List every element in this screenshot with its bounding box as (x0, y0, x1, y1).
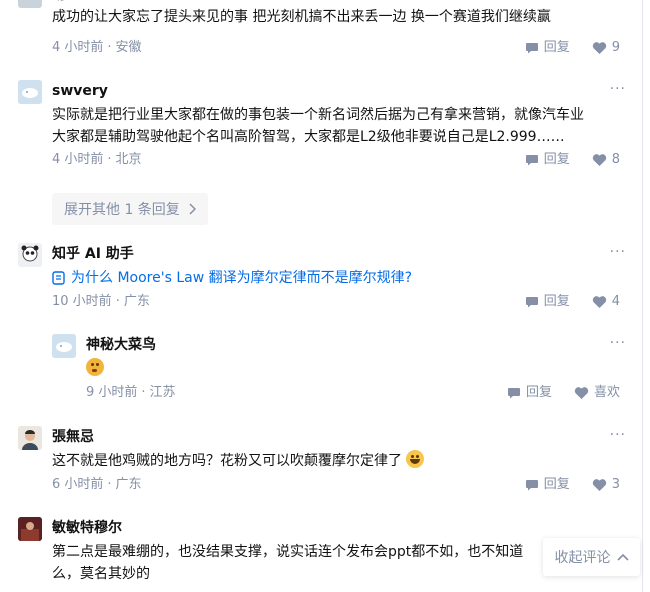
comment-item: 張無忌 ··· 这不就是他鸡贼的地方吗？花粉又可以吹颠覆摩尔定律了 6 小时前 ·… (0, 426, 640, 498)
comment-text-line: 么，莫名其妙的 (52, 566, 150, 582)
reply-item: 神秘大菜鸟 ··· 9 小时前 · 江苏 回复 喜欢 (0, 334, 640, 406)
avatar[interactable] (18, 243, 42, 267)
meta-separator: · (141, 385, 146, 400)
more-icon[interactable]: ··· (610, 336, 626, 350)
panel-border (642, 0, 643, 592)
comment-actions: 回复 3 (525, 475, 620, 495)
collapse-comments-button[interactable]: 收起评论 (543, 538, 640, 576)
comment-meta: 4 小时前 · 安徽 (52, 38, 142, 58)
comment-meta: 6 小时前 · 广东 (52, 475, 142, 495)
meta-separator: · (107, 40, 112, 55)
question-link[interactable]: 为什么 Moore's Law 翻译为摩尔定律而不是摩尔规律? (52, 267, 622, 289)
reply-button[interactable]: 回复 (525, 292, 570, 312)
meta-separator: · (107, 477, 112, 492)
comment-location: 广东 (115, 477, 142, 492)
like-button[interactable]: 喜欢 (574, 383, 620, 403)
reply-label: 回复 (525, 385, 552, 400)
comment-time: 9 小时前 (86, 385, 138, 400)
comment-author[interactable]: 神秘大菜鸟 (86, 334, 156, 356)
reply-icon (525, 480, 538, 491)
reply-icon (525, 155, 538, 166)
comment-location: 北京 (115, 152, 142, 167)
like-count: 9 (611, 40, 620, 55)
comment-text-line: 大家都是辅助驾驶他起个名叫高阶智驾，大家都是L2级他非要说自己是L2.999…… (52, 129, 565, 145)
chevron-right-icon (189, 203, 196, 215)
expand-label: 展开其他 1 条回复 (64, 202, 180, 218)
comment-location: 江苏 (149, 385, 176, 400)
avatar[interactable] (18, 426, 42, 450)
comment-time: 6 小时前 (52, 477, 104, 492)
like-count: 8 (611, 152, 620, 167)
comment-time: 4 小时前 (52, 40, 104, 55)
avatar[interactable] (18, 517, 42, 541)
like-count: 3 (611, 477, 620, 492)
heart-icon (592, 154, 606, 166)
document-icon (52, 271, 65, 285)
comment-emoji (86, 358, 650, 380)
more-icon[interactable]: ··· (610, 245, 626, 259)
comment-author[interactable]: swvery (52, 80, 108, 102)
like-button[interactable]: 3 (592, 475, 620, 495)
comment-text-line: 实际就是把行业里大家都在做的事包装一个新名词然后据为己有拿来营销，就像汽车业 (52, 107, 584, 123)
reply-icon (525, 297, 538, 308)
reply-icon (507, 388, 520, 399)
emoji-icon (86, 358, 104, 376)
reply-label: 回复 (543, 294, 570, 309)
comment-text: 成功的让大家忘了提头来见的事 把光刻机搞不出来丢一边 换一个赛道我们继续赢 (52, 9, 551, 25)
comment-author[interactable]: 敏敏特穆尔 (52, 517, 122, 539)
comment-item: swvery ··· 实际就是把行业里大家都在做的事包装一个新名词然后据为己有拿… (0, 80, 640, 180)
comment-actions: 回复 9 (525, 38, 620, 58)
comment-meta: 9 小时前 · 江苏 (86, 383, 176, 403)
comment-text-content: 这不就是他鸡贼的地方吗？花粉又可以吹颠覆摩尔定律了 (52, 453, 402, 469)
avatar[interactable] (18, 0, 42, 8)
comments-panel: 易 成功的让大家忘了提头来见的事 把光刻机搞不出来丢一边 换一个赛道我们继续赢 … (0, 0, 650, 592)
comment-meta: 4 小时前 · 北京 (52, 150, 142, 170)
avatar[interactable] (18, 80, 42, 104)
comment-actions: 回复 4 (525, 292, 620, 312)
comment-location: 安徽 (115, 40, 142, 55)
comment-author[interactable]: 張無忌 (52, 426, 94, 448)
comment-time: 4 小时前 (52, 152, 104, 167)
reply-label: 回复 (543, 40, 570, 55)
like-label: 喜欢 (593, 385, 620, 400)
reply-button[interactable]: 回复 (525, 150, 570, 170)
comment-text-line: 第二点是最难绷的，也没结果支撑，说实话连个发布会ppt都不如，也不知道 (52, 544, 524, 560)
meta-separator: · (115, 294, 120, 309)
more-icon[interactable]: ··· (610, 428, 626, 442)
comment-author[interactable]: 知乎 AI 助手 (52, 243, 134, 265)
collapse-label: 收起评论 (554, 550, 611, 566)
reply-label: 回复 (543, 477, 570, 492)
comment-actions: 回复 8 (525, 150, 620, 170)
comment-item: 知乎 AI 助手 ··· 为什么 Moore's Law 翻译为摩尔定律而不是摩… (0, 243, 640, 315)
meta-separator: · (107, 152, 112, 167)
reply-button[interactable]: 回复 (507, 383, 552, 403)
comment-item: 易 成功的让大家忘了提头来见的事 把光刻机搞不出来丢一边 换一个赛道我们继续赢 … (0, 0, 640, 64)
heart-icon (592, 479, 606, 491)
heart-icon (574, 387, 589, 399)
comment-text: 这不就是他鸡贼的地方吗？花粉又可以吹颠覆摩尔定律了 (52, 450, 622, 472)
question-link-text: 为什么 Moore's Law 翻译为摩尔定律而不是摩尔规律? (71, 270, 413, 286)
comment-meta: 10 小时前 · 广东 (52, 292, 150, 312)
chevron-up-icon (616, 553, 629, 561)
reply-button[interactable]: 回复 (525, 475, 570, 495)
heart-icon (592, 42, 606, 54)
comment-actions: 回复 喜欢 (507, 383, 620, 403)
avatar[interactable] (52, 334, 76, 358)
like-count: 4 (611, 294, 620, 309)
reply-label: 回复 (543, 152, 570, 167)
reply-button[interactable]: 回复 (525, 38, 570, 58)
comment-time: 10 小时前 (52, 294, 112, 309)
emoji-icon (406, 450, 425, 468)
more-icon[interactable]: ··· (610, 82, 626, 96)
like-button[interactable]: 9 (592, 38, 620, 58)
like-button[interactable]: 4 (592, 292, 620, 312)
comment-location: 广东 (123, 294, 150, 309)
heart-icon (592, 296, 606, 308)
expand-replies-button[interactable]: 展开其他 1 条回复 (52, 193, 208, 225)
like-button[interactable]: 8 (592, 150, 620, 170)
reply-icon (525, 43, 538, 54)
